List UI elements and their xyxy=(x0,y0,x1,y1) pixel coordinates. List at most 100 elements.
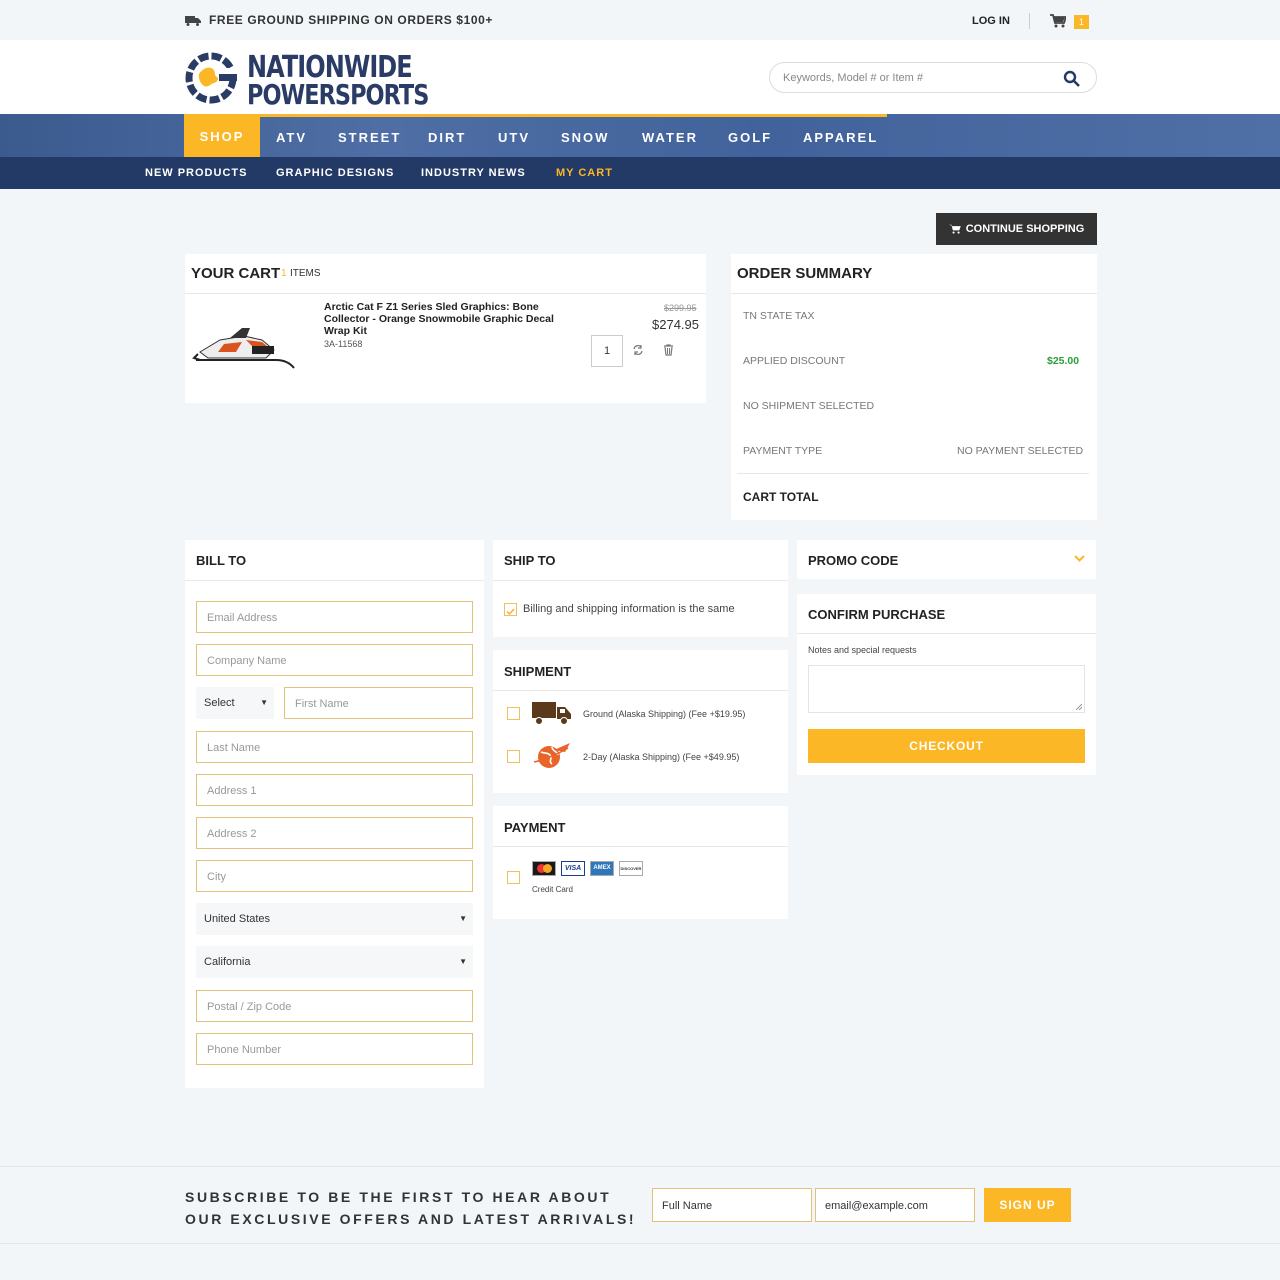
notes-label: Notes and special requests xyxy=(808,645,917,655)
dropdown-arrow-icon: ▼ xyxy=(459,957,467,966)
address1-field[interactable]: Address 1 xyxy=(196,774,473,806)
subscribe-line: SUBSCRIBE TO BE THE FIRST TO HEAR ABOUT xyxy=(185,1189,612,1205)
cart-icon xyxy=(948,224,961,234)
logo-emblem[interactable] xyxy=(185,52,245,104)
nav-item-street[interactable]: STREET xyxy=(338,130,401,145)
refresh-icon[interactable] xyxy=(632,344,644,356)
trash-icon[interactable] xyxy=(663,344,674,356)
checkmark-icon xyxy=(506,608,515,616)
bill-to-title: BILL TO xyxy=(196,553,247,568)
discover-icon: DISCOVER xyxy=(619,861,643,876)
city-field[interactable]: City xyxy=(196,860,473,892)
signup-button[interactable]: SIGN UP xyxy=(984,1188,1071,1222)
subscribe-email-input[interactable]: email@example.com xyxy=(815,1188,975,1222)
current-price: $274.95 xyxy=(652,317,699,332)
subnav-new-products[interactable]: NEW PRODUCTS xyxy=(145,167,247,179)
resize-handle-icon[interactable] xyxy=(1076,704,1082,710)
nav-item-golf[interactable]: GOLF xyxy=(728,130,772,145)
credit-card-label: Credit Card xyxy=(532,885,573,894)
chevron-down-icon[interactable] xyxy=(1074,555,1085,563)
discount-value: $25.00 xyxy=(1047,355,1080,367)
continue-shopping-label: CONTINUE SHOPPING xyxy=(965,223,1085,235)
product-image[interactable] xyxy=(190,320,302,370)
zip-field[interactable]: Postal / Zip Code xyxy=(196,990,473,1022)
cart-count-label: ITEMS xyxy=(290,268,321,279)
ground-shipping-label: Ground (Alaska Shipping) (Fee +$19.95) xyxy=(583,709,746,719)
visa-icon: VISA xyxy=(561,861,585,876)
divider xyxy=(737,473,1089,474)
login-link[interactable]: LOG IN xyxy=(972,15,1010,27)
notes-textarea[interactable] xyxy=(808,665,1085,713)
nav-item-apparel[interactable]: APPAREL xyxy=(803,130,878,145)
truck-icon xyxy=(532,702,571,725)
cart-icon[interactable] xyxy=(1050,14,1066,28)
nav-item-dirt[interactable]: DIRT xyxy=(428,130,466,145)
subnav-industry-news[interactable]: INDUSTRY NEWS xyxy=(421,167,526,179)
divider xyxy=(731,293,1097,294)
shipping-notice: FREE GROUND SHIPPING ON ORDERS $100+ xyxy=(185,13,493,27)
two-day-shipping-label: 2-Day (Alaska Shipping) (Fee +$49.95) xyxy=(583,752,740,762)
divider xyxy=(493,846,788,847)
subscribe-name-input[interactable]: Full Name xyxy=(652,1188,812,1222)
truck-icon xyxy=(185,15,201,26)
prefix-select-value: Select xyxy=(204,697,235,709)
nav-item-water[interactable]: WATER xyxy=(642,130,698,145)
dropdown-arrow-icon: ▼ xyxy=(459,914,467,923)
divider xyxy=(493,690,788,691)
cart-title: YOUR CART xyxy=(191,265,281,282)
payment-type-value: NO PAYMENT SELECTED xyxy=(957,445,1084,457)
checkout-button[interactable]: CHECKOUT xyxy=(808,729,1085,763)
payment-type-label: PAYMENT TYPE xyxy=(743,445,823,457)
address2-field[interactable]: Address 2 xyxy=(196,817,473,849)
country-select[interactable]: United States ▼ xyxy=(196,903,473,935)
same-address-checkbox[interactable] xyxy=(504,603,517,616)
cart-count-badge[interactable]: 1 xyxy=(1074,15,1089,29)
subscribe-line: OUR EXCLUSIVE OFFERS AND LATEST ARRIVALS… xyxy=(185,1211,637,1227)
same-address-label: Billing and shipping information is the … xyxy=(523,603,735,615)
order-summary-title: ORDER SUMMARY xyxy=(737,265,873,282)
product-name[interactable]: Arctic Cat F Z1 Series Sled Graphics: Bo… xyxy=(324,301,554,337)
nav-item-snow[interactable]: SNOW xyxy=(561,130,609,145)
ship-to-title: SHIP TO xyxy=(504,553,556,568)
first-name-field[interactable]: First Name xyxy=(284,687,473,719)
nav-item-atv[interactable]: ATV xyxy=(276,130,307,145)
shipment-title: SHIPMENT xyxy=(504,664,572,679)
product-name-line: Wrap Kit xyxy=(324,325,367,337)
promo-code-title[interactable]: PROMO CODE xyxy=(808,553,898,568)
product-sku: 3A-11568 xyxy=(324,339,363,349)
divider xyxy=(185,580,484,581)
search-input[interactable]: Keywords, Model # or Item # xyxy=(769,62,1097,93)
product-name-line: Arctic Cat F Z1 Series Sled Graphics: Bo… xyxy=(324,301,539,313)
subscribe-text: SUBSCRIBE TO BE THE FIRST TO HEAR ABOUT … xyxy=(185,1186,636,1230)
subnav-my-cart[interactable]: MY CART xyxy=(556,167,613,179)
search-icon[interactable] xyxy=(1063,70,1080,87)
search-placeholder: Keywords, Model # or Item # xyxy=(783,72,924,84)
confirm-title: CONFIRM PURCHASE xyxy=(808,607,946,622)
prefix-select[interactable]: Select ▼ xyxy=(196,687,274,719)
quantity-input[interactable]: 1 xyxy=(591,335,623,367)
cart-total-label: CART TOTAL xyxy=(743,490,819,504)
credit-card-checkbox[interactable] xyxy=(507,871,520,884)
last-name-field[interactable]: Last Name xyxy=(196,731,473,763)
state-select[interactable]: California ▼ xyxy=(196,946,473,978)
continue-shopping-button[interactable]: CONTINUE SHOPPING xyxy=(936,213,1097,245)
company-field[interactable]: Company Name xyxy=(196,644,473,676)
logo-text-powersports[interactable]: POWERSPORTS xyxy=(247,78,429,111)
shipping-text: FREE GROUND SHIPPING ON ORDERS $100+ xyxy=(209,13,493,27)
state-select-value: California xyxy=(204,956,251,968)
nav-item-utv[interactable]: UTV xyxy=(498,130,530,145)
phone-field[interactable]: Phone Number xyxy=(196,1033,473,1065)
shipment-label: NO SHIPMENT SELECTED xyxy=(743,400,875,412)
old-price: $299.95 xyxy=(664,303,697,313)
amex-icon: AMEX xyxy=(590,861,614,876)
two-day-shipping-checkbox[interactable] xyxy=(507,750,520,763)
mastercard-icon xyxy=(532,861,556,876)
cart-count: 1 xyxy=(281,268,287,279)
nav-item-shop[interactable]: SHOP xyxy=(184,114,260,157)
ground-shipping-checkbox[interactable] xyxy=(507,707,520,720)
divider xyxy=(797,633,1096,634)
divider xyxy=(1029,13,1030,29)
subnav-graphic-designs[interactable]: GRAPHIC DESIGNS xyxy=(276,167,394,179)
email-field[interactable]: Email Address xyxy=(196,601,473,633)
dropdown-arrow-icon: ▼ xyxy=(260,698,268,707)
